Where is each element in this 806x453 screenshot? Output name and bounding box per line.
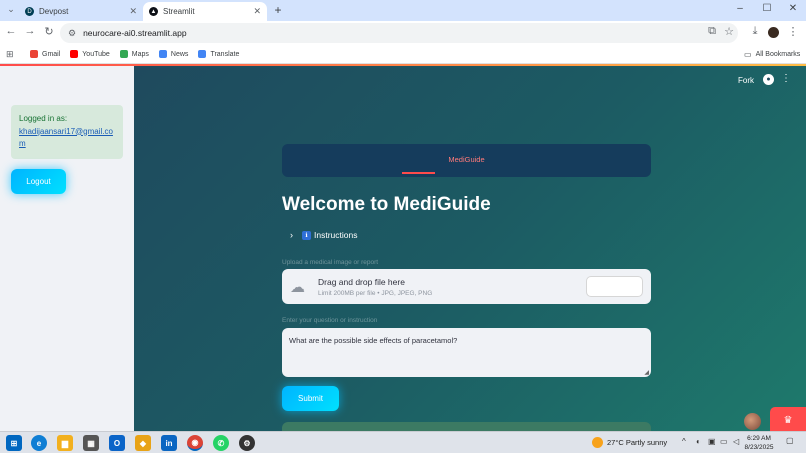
- whatsapp-icon[interactable]: ✆: [213, 435, 229, 451]
- edge-icon[interactable]: e: [31, 435, 47, 451]
- main-content: Fork ● ⋮ MediGuide Welcome to MediGuide …: [134, 66, 806, 431]
- downloads-icon[interactable]: ⤓: [748, 25, 762, 38]
- weather-widget[interactable]: 27°C Partly sunny: [592, 437, 667, 448]
- tab-mediguide[interactable]: MediGuide: [282, 155, 651, 164]
- web-page: Logged in as: khadijaansari17@gmail.com …: [0, 64, 806, 431]
- bookmark-star-icon[interactable]: ☆: [722, 25, 736, 38]
- submit-button[interactable]: Submit: [282, 386, 339, 411]
- info-icon: ℹ: [302, 230, 311, 240]
- question-value: What are the possible side effects of pa…: [289, 336, 458, 345]
- dropzone-title: Drag and drop file here: [318, 277, 405, 287]
- store-icon[interactable]: ▦: [83, 435, 99, 451]
- response-box: [282, 422, 651, 431]
- clock-date: 8/23/2025: [744, 444, 774, 451]
- streamlit-badge-icon[interactable]: ♛: [770, 407, 806, 431]
- github-icon[interactable]: ●: [763, 74, 774, 85]
- clock-time: 6:29 AM: [747, 435, 771, 442]
- devpost-favicon-icon: D: [25, 7, 34, 16]
- sidebar: Logged in as: khadijaansari17@gmail.com …: [0, 66, 134, 431]
- battery-icon[interactable]: ▭: [720, 437, 728, 446]
- all-bookmarks[interactable]: ▭ All Bookmarks: [744, 50, 800, 59]
- close-window-button[interactable]: ✕: [786, 3, 800, 14]
- question-label: Enter your question or instruction: [282, 317, 378, 324]
- logged-in-label: Logged in as:: [19, 114, 68, 123]
- browser-toolbar: ← → ↻ ⚙ neurocare-ai0.streamlit.app ⧉ ☆ …: [0, 21, 806, 45]
- weather-temp: 27°C: [607, 438, 624, 447]
- chatgpt-icon[interactable]: ⚙: [239, 435, 255, 451]
- site-info-icon[interactable]: ⚙: [68, 28, 76, 39]
- page-title: Welcome to MediGuide: [282, 194, 491, 215]
- file-explorer-icon[interactable]: ▆: [57, 435, 73, 451]
- new-tab-button[interactable]: +: [271, 3, 285, 17]
- chrome-icon[interactable]: ◉: [187, 435, 203, 451]
- question-textarea[interactable]: What are the possible side effects of pa…: [282, 328, 651, 377]
- folder-icon: ▭: [744, 50, 752, 59]
- login-status-box: Logged in as: khadijaansari17@gmail.com: [11, 105, 123, 159]
- minimize-button[interactable]: –: [733, 3, 747, 14]
- linkedin-icon[interactable]: in: [161, 435, 177, 451]
- tray-chevron-icon[interactable]: ^: [682, 437, 686, 446]
- profile-avatar[interactable]: [768, 27, 779, 38]
- outlook-icon[interactable]: O: [109, 435, 125, 451]
- bookmark-translate[interactable]: Translate: [198, 50, 239, 58]
- fork-button[interactable]: Fork: [738, 76, 754, 85]
- user-email-link[interactable]: khadijaansari17@gmail.com: [19, 127, 113, 149]
- translate-icon: [198, 50, 207, 58]
- tab-title: Streamlit: [163, 7, 195, 16]
- partly-sunny-icon: [592, 437, 603, 448]
- menu-icon[interactable]: ⋮: [786, 25, 800, 38]
- file-dropzone[interactable]: ☁ Drag and drop file here Limit 200MB pe…: [282, 269, 651, 304]
- bookmark-youtube[interactable]: YouTube: [70, 50, 110, 58]
- forward-icon[interactable]: →: [23, 25, 37, 37]
- maximize-button[interactable]: ☐: [760, 3, 774, 14]
- nav-bar: MediGuide: [282, 144, 651, 177]
- streamlit-favicon-icon: ▲: [149, 7, 158, 16]
- tray-app-icon[interactable]: ▣: [708, 437, 716, 446]
- tab-title: Devpost: [39, 7, 69, 16]
- bookmark-maps[interactable]: Maps: [119, 50, 149, 58]
- address-bar[interactable]: ⚙ neurocare-ai0.streamlit.app: [60, 23, 738, 43]
- bookmark-gmail[interactable]: Gmail: [30, 50, 60, 58]
- news-icon: [158, 50, 167, 58]
- gmail-icon: [30, 50, 38, 58]
- tray-app-icon[interactable]: ◐: [696, 437, 701, 446]
- reload-icon[interactable]: ↻: [42, 25, 56, 38]
- apps-grid-icon[interactable]: ⊞: [6, 49, 14, 60]
- maps-icon: [119, 50, 128, 58]
- tab-strip: ⌄ D Devpost ✕ ▲ Streamlit ✕ + – ☐ ✕: [0, 0, 806, 21]
- bookmark-news[interactable]: News: [158, 50, 188, 58]
- taskbar: ⊞ e ▆ ▦ O ◆ in ◉ ✆ ⚙ 27°C Partly sunny ^…: [0, 431, 806, 453]
- tab-search-icon[interactable]: ⌄: [4, 4, 18, 15]
- back-icon[interactable]: ←: [4, 25, 18, 37]
- instructions-label: Instructions: [314, 230, 358, 240]
- weather-text: Partly sunny: [625, 438, 668, 447]
- instructions-expander[interactable]: › ℹ Instructions: [290, 230, 357, 240]
- resize-handle-icon[interactable]: ◢: [644, 369, 649, 376]
- install-app-icon[interactable]: ⧉: [705, 25, 719, 38]
- git-icon[interactable]: ◆: [135, 435, 151, 451]
- bookmarks-bar: ⊞ Gmail YouTube Maps News Translate ▭ Al…: [0, 45, 806, 64]
- logout-button[interactable]: Logout: [11, 169, 66, 194]
- url-text: neurocare-ai0.streamlit.app: [83, 28, 187, 38]
- start-icon[interactable]: ⊞: [6, 435, 22, 451]
- cloud-upload-icon: ☁: [290, 279, 305, 296]
- user-avatar[interactable]: [744, 413, 761, 430]
- youtube-icon: [70, 50, 79, 58]
- tab-devpost[interactable]: D Devpost ✕: [19, 2, 143, 21]
- bookmark-list: Gmail YouTube Maps News Translate: [30, 50, 249, 58]
- close-tab-icon[interactable]: ✕: [253, 6, 261, 17]
- notifications-icon[interactable]: ▢: [786, 436, 794, 445]
- dropzone-limits: Limit 200MB per file • JPG, JPEG, PNG: [318, 290, 433, 297]
- chevron-right-icon: ›: [290, 230, 293, 240]
- tab-streamlit[interactable]: ▲ Streamlit ✕: [143, 2, 267, 21]
- upload-label: Upload a medical image or report: [282, 259, 379, 266]
- clock[interactable]: 6:29 AM 8/23/2025: [734, 434, 784, 452]
- close-tab-icon[interactable]: ✕: [129, 6, 137, 17]
- active-tab-underline: [402, 172, 435, 174]
- browse-files-button[interactable]: [586, 276, 643, 297]
- app-menu-icon[interactable]: ⋮: [781, 73, 791, 84]
